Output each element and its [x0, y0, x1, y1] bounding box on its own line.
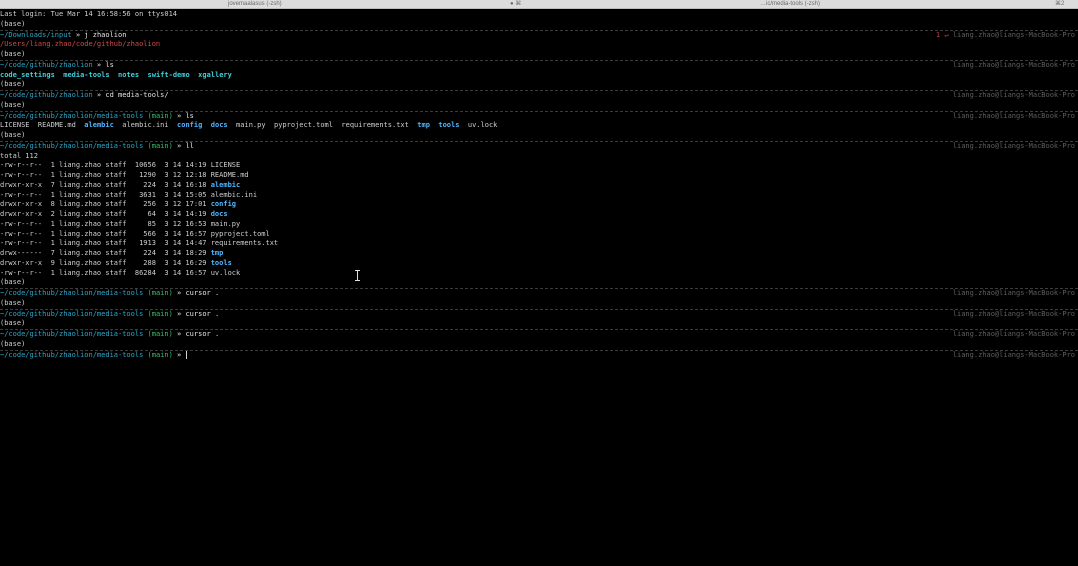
ls-output: code_settings media-tools notes swift-de… [0, 70, 232, 79]
file-name: requirements.txt [210, 239, 279, 248]
text-cursor [186, 350, 188, 359]
file-meta: -rw-r--r-- 1 liang.zhao staff 1913 3 14 … [0, 239, 211, 248]
file-meta: drwxr-xr-x 8 liang.zhao staff 256 3 12 1… [0, 200, 211, 209]
prompt-line: ~/code/github/zhaolion » ls liang.zhao@li… [0, 60, 1075, 69]
ll-row: drwxr-xr-x 7 liang.zhao staff 224 3 14 1… [0, 181, 1078, 191]
file-name: main.py [210, 219, 241, 228]
last-login-line: Last login: Tue Mar 14 16:58:56 on ttys0… [0, 10, 178, 18]
file-name: pyproject.toml [210, 229, 270, 238]
ll-row: -rw-r--r-- 1 liang.zhao staff 86284 3 14… [0, 269, 1078, 279]
prompt-line: ~/code/github/zhaolion/media-tools (main… [0, 111, 1075, 120]
prompt-line: ~/code/github/zhaolion/media-tools (main… [0, 141, 1075, 150]
ll-row: drwxr-xr-x 8 liang.zhao staff 256 3 12 1… [0, 200, 1078, 210]
base-line: (base) [0, 20, 1078, 31]
ll-row: -rw-r--r-- 1 liang.zhao staff 10656 3 14… [0, 161, 1078, 171]
base-line: (base) [0, 50, 1078, 61]
file-name: docs [210, 210, 228, 218]
ll-row: drwxr-xr-x 9 liang.zhao staff 288 3 14 1… [0, 259, 1078, 269]
file-meta: -rw-r--r-- 1 liang.zhao staff 566 3 14 1… [0, 229, 211, 238]
tab-right[interactable]: ⌘2 [1055, 0, 1064, 8]
prompt-line: ~/Downloads/input » j zhaolion 1 ↵ liang.… [0, 30, 1075, 39]
file-meta: -rw-r--r-- 1 liang.zhao staff 85 3 12 16… [0, 219, 211, 228]
ll-row: drwx------ 7 liang.zhao staff 224 3 14 1… [0, 249, 1078, 259]
file-meta: drwxr-xr-x 2 liang.zhao staff 64 3 14 14… [0, 210, 211, 218]
tab-bar: jovemaalasus (-zsh) ● ⌘ …ic/media-tools … [0, 0, 1078, 9]
ll-row: drwxr-xr-x 2 liang.zhao staff 64 3 14 14… [0, 210, 1078, 220]
file-name: tmp [210, 249, 224, 257]
file-meta: drwx------ 7 liang.zhao staff 224 3 14 1… [0, 249, 211, 257]
ibeam-cursor-icon [355, 270, 360, 281]
ls-output: LICENSE README.md alembic alembic.ini co… [0, 121, 498, 130]
file-name: LICENSE [210, 161, 241, 170]
ll-row: -rw-r--r-- 1 liang.zhao staff 1290 3 12 … [0, 171, 1078, 181]
tab-left[interactable]: jovemaalasus (-zsh) [228, 0, 282, 8]
prompt-line: ~/code/github/zhaolion/media-tools (main… [0, 309, 1075, 318]
ll-total: total 112 [0, 151, 38, 160]
terminal-output[interactable]: Last login: Tue Mar 14 16:58:56 on ttys0… [0, 10, 1078, 360]
ll-listing: -rw-r--r-- 1 liang.zhao staff 10656 3 14… [0, 161, 1078, 278]
prompt-line: ~/code/github/zhaolion/media-tools (main… [0, 289, 1075, 297]
prompt-line: ~/code/github/zhaolion » cd media-tools/… [0, 91, 1075, 99]
base-line: (base) [0, 340, 1078, 351]
file-meta: drwxr-xr-x 7 liang.zhao staff 224 3 14 1… [0, 180, 211, 189]
base-line: (base) [0, 80, 1078, 91]
file-meta: -rw-r--r-- 1 liang.zhao staff 10656 3 14… [0, 161, 211, 170]
file-name: README.md [210, 171, 249, 179]
file-meta: -rw-r--r-- 1 liang.zhao staff 3631 3 14 … [0, 190, 211, 199]
active-prompt-line[interactable]: ~/code/github/zhaolion/media-tools (main… [0, 350, 1078, 361]
ll-row: -rw-r--r-- 1 liang.zhao staff 1913 3 14 … [0, 239, 1078, 249]
prompt-line: ~/code/github/zhaolion/media-tools (main… [0, 330, 1075, 338]
base-line: (base) [0, 131, 1078, 142]
base-line: (base) [0, 319, 1078, 330]
prompt-host: 1 ↵ liang.zhao@liangs-MacBook-Pro [935, 30, 1075, 39]
ll-row: -rw-r--r-- 1 liang.zhao staff 3631 3 14 … [0, 191, 1078, 201]
file-name: alembic.ini [210, 190, 258, 199]
jump-output: /Users/liang.zhao/code/github/zhaolion [0, 40, 161, 49]
base-line: (base) [0, 299, 1078, 310]
file-meta: -rw-r--r-- 1 liang.zhao staff 1290 3 12 … [0, 171, 211, 179]
tab-middle[interactable]: …ic/media-tools (-zsh) [760, 0, 820, 8]
ll-row: -rw-r--r-- 1 liang.zhao staff 566 3 14 1… [0, 230, 1078, 240]
file-name: config [210, 200, 237, 209]
file-meta: drwxr-xr-x 9 liang.zhao staff 288 3 14 1… [0, 258, 211, 267]
tab-indicator-icon: ● ⌘ [510, 1, 522, 7]
file-name: alembic [210, 180, 241, 189]
file-name: uv.lock [210, 268, 241, 277]
file-name: tools [210, 258, 232, 267]
ll-row: -rw-r--r-- 1 liang.zhao staff 85 3 12 16… [0, 220, 1078, 230]
base-line: (base) [0, 101, 1078, 112]
base-line: (base) [0, 278, 1078, 289]
file-meta: -rw-r--r-- 1 liang.zhao staff 86284 3 14… [0, 268, 211, 277]
